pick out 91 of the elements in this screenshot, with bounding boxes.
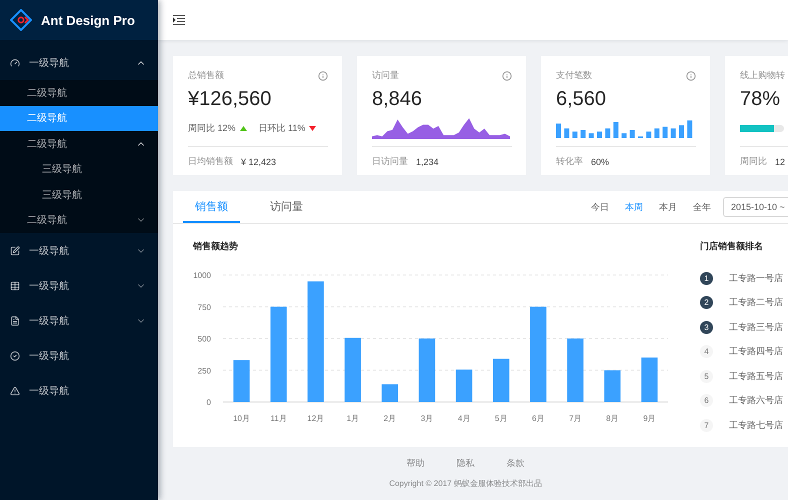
footer-value: 1,234	[416, 156, 439, 166]
sidebar-item[interactable]: 一级导航	[0, 303, 158, 338]
chart-bar	[418, 338, 436, 402]
store-name: 工专路七号店	[729, 418, 783, 432]
card-value: 78%	[740, 88, 782, 112]
rank-number: 2	[700, 296, 713, 310]
chart-bar	[641, 358, 658, 402]
info-icon[interactable]	[686, 70, 696, 80]
footer-value: ¥ 12,423	[241, 156, 276, 166]
profile-icon	[10, 316, 20, 326]
store-name: 工专路六号店	[729, 394, 783, 408]
check-icon	[10, 350, 20, 360]
chart-bar	[382, 384, 398, 402]
rank-number: 6	[700, 394, 713, 408]
card-title: 线上购物转	[740, 69, 785, 82]
trend-text: 周同比 12%	[188, 122, 236, 134]
trend-text: 日环比 11%	[258, 122, 306, 134]
chart-bar	[492, 358, 510, 402]
store-name: 工专路五号店	[729, 370, 783, 383]
store-name: 工专路三号店	[729, 320, 783, 334]
y-axis-label: 250	[198, 366, 211, 376]
range-link[interactable]: 全年	[693, 200, 711, 214]
footer-label: 周同比	[740, 155, 767, 168]
chart-bar	[344, 338, 361, 402]
ranking-title: 门店销售额排名	[700, 240, 764, 253]
triangle-up-icon	[240, 126, 247, 130]
rank-number: 3	[700, 320, 713, 334]
sidebar-subitem[interactable]: 二级导航	[0, 80, 158, 106]
sidebar-item[interactable]: 一级导航	[0, 233, 158, 268]
rank-number: 5	[700, 370, 713, 383]
footer-value: 12	[775, 156, 786, 166]
y-axis-label: 0	[206, 398, 211, 407]
x-axis-label: 10月	[233, 414, 250, 423]
store-name: 工专路二号店	[729, 296, 783, 310]
card-title: 支付笔数	[556, 69, 592, 82]
x-axis-label: 1月	[346, 414, 360, 423]
sidebar-subitem[interactable]: 二级导航	[0, 208, 158, 233]
warning-icon	[10, 386, 20, 396]
menu-fold-icon[interactable]	[173, 15, 185, 25]
store-name: 工专路一号店	[729, 272, 783, 285]
footer-label: 转化率	[556, 155, 583, 168]
chart-bar	[567, 338, 584, 402]
x-axis-label: 4月	[458, 414, 470, 423]
x-axis-label: 2月	[384, 414, 396, 423]
card-title: 总销售额	[188, 69, 224, 82]
sidebar-subitem[interactable]: 三级导航	[0, 156, 158, 182]
chart-bar	[604, 370, 621, 402]
chart-bar	[233, 360, 250, 402]
y-axis-label: 500	[198, 334, 211, 344]
footer-value: 60%	[591, 156, 610, 166]
y-axis-label: 750	[198, 302, 211, 312]
rank-number: 1	[700, 272, 713, 285]
range-link[interactable]: 本月	[659, 200, 677, 214]
chart-title: 销售额趋势	[193, 240, 239, 253]
x-axis-label: 3月	[420, 414, 434, 423]
x-axis-label: 12月	[307, 414, 324, 423]
dashboard-icon	[10, 58, 20, 68]
form-icon	[10, 246, 20, 256]
tab[interactable]: 访问量	[258, 191, 315, 223]
rank-number: 7	[700, 418, 713, 432]
x-axis-label: 8月	[606, 414, 619, 423]
x-axis-label: 6月	[532, 414, 544, 423]
sidebar-item[interactable]: 一级导航	[0, 45, 158, 80]
range-link[interactable]: 今日	[591, 200, 609, 214]
footer-label: 日访问量	[372, 155, 408, 168]
copyright-text: Copyright © 2017 蚂蚁金服体验技术部出品	[389, 478, 542, 489]
table-icon	[10, 280, 20, 290]
card-value: ¥126,560	[188, 88, 272, 112]
footer-label: 日均销售额	[188, 155, 233, 168]
chart-bar	[456, 370, 472, 402]
sidebar-subitem[interactable]: 三级导航	[0, 182, 158, 208]
info-icon[interactable]	[318, 70, 328, 80]
store-name: 工专路四号店	[729, 345, 783, 358]
y-axis-label: 1000	[193, 271, 211, 280]
x-axis-label: 11月	[270, 414, 287, 423]
triangle-down-icon	[309, 126, 316, 130]
date-range-field[interactable]: 2015-10-10 ~	[723, 197, 788, 217]
logo-icon	[10, 9, 32, 31]
card-value: 6,560	[556, 88, 608, 112]
rank-number: 4	[700, 345, 713, 358]
sidebar-item[interactable]: 一级导航	[0, 338, 158, 373]
x-axis-label: 9月	[643, 414, 656, 423]
x-axis-label: 5月	[494, 414, 508, 423]
sidebar-item[interactable]: 一级导航	[0, 373, 158, 408]
logo-title: Ant Design Pro	[41, 12, 135, 28]
card-value: 8,846	[372, 88, 424, 112]
card-title: 访问量	[372, 69, 399, 82]
sidebar-subitem[interactable]: 二级导航	[0, 131, 158, 156]
x-axis-label: 7月	[569, 414, 582, 423]
sidebar-item[interactable]: 一级导航	[0, 268, 158, 303]
info-icon[interactable]	[502, 70, 512, 80]
